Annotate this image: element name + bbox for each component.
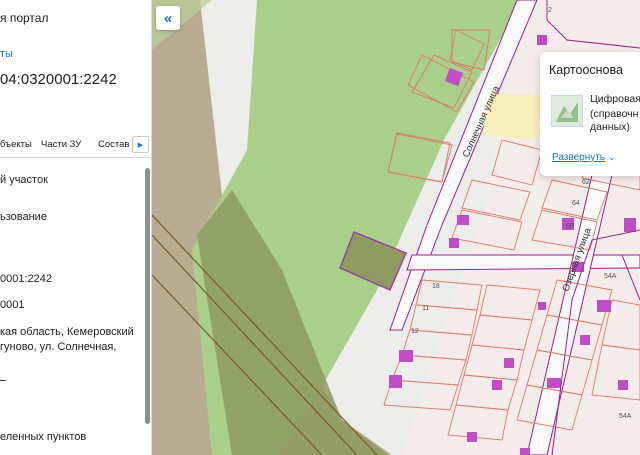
basemap-thumbnail-icon[interactable] xyxy=(551,95,583,127)
basemap-title: Картооснова xyxy=(549,63,623,77)
road-cross xyxy=(406,254,640,271)
tab-parts[interactable]: Части ЗУ xyxy=(41,139,81,150)
house-number: 54А xyxy=(619,413,632,420)
basemap-card: Картооснова Цифровая (справочн данных) Р… xyxy=(540,52,640,176)
object-info-panel: я портал ты 04:0320001:2242 бъекты Части… xyxy=(0,0,152,455)
info-row: 0001 xyxy=(0,299,25,311)
house-number: 54А xyxy=(604,273,617,280)
house-number: 2 xyxy=(548,7,552,14)
portal-title: я портал xyxy=(0,11,49,25)
info-row: й участок xyxy=(0,174,48,186)
cadastral-number: 04:0320001:2242 xyxy=(0,71,117,88)
house-number: 12 xyxy=(411,328,419,335)
tab-objects[interactable]: бъекты xyxy=(0,139,32,150)
expand-link[interactable]: Развернуть ⌄ xyxy=(552,152,616,163)
back-link[interactable]: ты xyxy=(0,48,13,60)
tab-bar: бъекты Части ЗУ Состав ▶ xyxy=(0,134,151,156)
info-row: еленных пунктов xyxy=(0,431,87,443)
info-row: гуново, ул. Солнечная, xyxy=(0,341,117,353)
house-number: 18 xyxy=(432,283,440,290)
collapse-panel-button[interactable]: « xyxy=(156,6,180,30)
expand-label: Развернуть xyxy=(552,152,606,163)
tabs-divider xyxy=(0,157,151,158)
house-number: 62 xyxy=(582,179,590,186)
tab-composition[interactable]: Состав xyxy=(98,139,129,150)
basemap-name-line: Цифровая xyxy=(590,93,640,105)
info-row: 0001:2242 xyxy=(0,273,52,285)
house-number: 60 xyxy=(566,223,574,230)
scrollbar-thumb[interactable] xyxy=(145,168,150,424)
chevron-right-icon: ▶ xyxy=(137,141,144,149)
chevron-down-icon: ⌄ xyxy=(608,152,616,162)
basemap-name-line: данных) xyxy=(590,121,630,133)
tabs-next-button[interactable]: ▶ xyxy=(132,136,149,153)
info-row: кая область, Кемеровский xyxy=(0,326,134,338)
info-row-dash xyxy=(0,380,6,381)
info-row: ьзование xyxy=(0,211,47,223)
house-number: 11 xyxy=(422,305,429,312)
house-number: 64 xyxy=(572,200,580,207)
double-chevron-left-icon: « xyxy=(163,9,173,27)
